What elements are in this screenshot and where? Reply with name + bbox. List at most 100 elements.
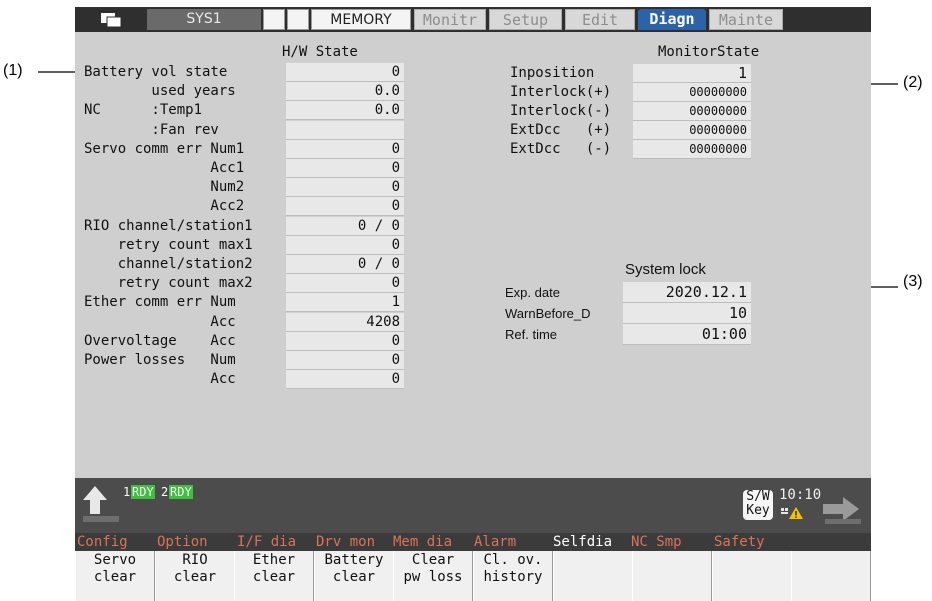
window-icon <box>101 13 122 28</box>
status-bar: 1 RDY 2 RDY S/W Key 10:10 <box>75 478 871 533</box>
hw-row-label: channel/station2 <box>84 256 253 272</box>
screen-switch-button[interactable] <box>77 9 145 30</box>
hw-row-value: 0 <box>286 332 404 351</box>
monitor-row-label: Interlock(-) <box>510 103 612 119</box>
mode-indicator: MEMORY <box>311 9 411 30</box>
menu-item-nc-smp[interactable]: NC Smp <box>631 533 682 551</box>
hw-row-value: 0 <box>286 197 404 216</box>
system-lock-row-label: Exp. date <box>505 285 560 300</box>
hw-row-label: Num2 <box>84 179 245 195</box>
sw-key-top: S/W <box>746 489 770 504</box>
hw-row-label: Acc1 <box>84 160 245 176</box>
hw-row-label: Acc <box>84 371 236 387</box>
sw-key-bottom: Key <box>746 503 770 518</box>
hw-row-value: 0 <box>286 236 404 255</box>
hw-row-value <box>286 121 404 140</box>
hw-row-value: 0 <box>286 159 404 178</box>
hw-row-value: 0 / 0 <box>286 255 404 274</box>
monitor-state-header: MonitorState <box>658 44 760 60</box>
system1-ready-badge: RDY <box>131 485 155 499</box>
system-label: SYS1 <box>147 9 261 30</box>
warning-icon <box>781 507 803 519</box>
hw-row-value: 0 <box>286 63 404 82</box>
tab-diagn[interactable]: Diagn <box>638 9 706 30</box>
soft-key-9[interactable] <box>712 551 792 601</box>
hw-row-value: 0 <box>286 370 404 389</box>
hw-row-value: 0 <box>286 274 404 293</box>
system-lock-row-value: 2020.12.1 <box>623 282 751 303</box>
nc-screen: SYS1 MEMORY Monitr Setup Edit Diagn Main… <box>75 7 871 601</box>
menu-item-mem-dia[interactable]: Mem dia <box>393 533 452 551</box>
soft-key-4[interactable]: Battery clear <box>314 551 394 601</box>
system2-ready-badge: RDY <box>169 485 193 499</box>
hw-row-label: used years <box>84 83 236 99</box>
next-arrow-icon[interactable] <box>821 490 865 526</box>
hw-row-label: Acc <box>84 314 236 330</box>
sub-menu-row: Config Option I/F dia Drv mon Mem dia Alarm Se… <box>75 533 871 551</box>
monitor-row-label: ExtDcc (+) <box>510 122 612 138</box>
soft-key-label-bottom: clear <box>173 569 217 585</box>
monitor-row-value: 00000000 <box>633 121 751 140</box>
hw-row-label: Ether comm err Num <box>84 294 236 310</box>
soft-key-7[interactable] <box>553 551 633 601</box>
tab-edit[interactable]: Edit <box>565 9 635 30</box>
back-arrow-icon[interactable] <box>81 484 123 524</box>
menu-item-selfdia[interactable]: Selfdia <box>553 533 612 551</box>
monitor-row-label: Inposition <box>510 65 595 81</box>
menu-item-drv-mon[interactable]: Drv mon <box>316 533 375 551</box>
hw-row-label: Overvoltage Acc <box>84 333 236 349</box>
hw-row-value: 1 <box>286 293 404 312</box>
clock: 10:10 <box>779 487 822 503</box>
hw-row-value: 4208 <box>286 313 404 332</box>
monitor-row-value: 1 <box>633 64 751 83</box>
monitor-row-label: ExtDcc (-) <box>510 141 612 157</box>
soft-key-label-top: Clear <box>411 552 455 568</box>
monitor-row-value: 00000000 <box>633 83 751 102</box>
tab-blank-2 <box>287 9 309 30</box>
hw-row-label: RIO channel/station1 <box>84 218 253 234</box>
sw-key-button[interactable]: S/W Key <box>743 490 773 520</box>
hw-row-label: Acc2 <box>84 198 245 214</box>
soft-key-label-top: RIO <box>182 552 208 568</box>
monitor-row-value: 00000000 <box>633 140 751 159</box>
system-lock-row-value: 01:00 <box>623 324 751 345</box>
hw-row-value: 0.0 <box>286 82 404 101</box>
system2-number: 2 <box>161 485 169 499</box>
soft-key-label-bottom: pw loss <box>403 569 463 585</box>
tab-setup[interactable]: Setup <box>489 9 562 30</box>
hw-row-label: NC :Temp1 <box>84 102 203 118</box>
menu-item-alarm[interactable]: Alarm <box>474 533 516 551</box>
soft-key-5[interactable]: Clear pw loss <box>393 551 473 601</box>
system-lock-row-label: WarnBefore_D <box>505 306 591 321</box>
menu-item-safety[interactable]: Safety <box>714 533 765 551</box>
hw-row-label: Servo comm err Num1 <box>84 141 245 157</box>
soft-key-label-top: Cl. ov. <box>483 552 543 568</box>
soft-key-3[interactable]: Ether clear <box>234 551 314 601</box>
soft-key-label-top: Battery <box>324 552 384 568</box>
tab-blank-1 <box>263 9 285 30</box>
soft-key-label-bottom: clear <box>332 569 376 585</box>
hw-row-label: :Fan rev <box>84 122 219 138</box>
system1-number: 1 <box>123 485 131 499</box>
system-lock-row-label: Ref. time <box>505 327 558 342</box>
system-lock-header: System lock <box>625 261 706 278</box>
soft-key-label-bottom: clear <box>252 569 296 585</box>
tab-monitr[interactable]: Monitr <box>414 9 486 30</box>
hw-row-label: Battery vol state <box>84 64 228 80</box>
hw-row-label: Power losses Num <box>84 352 236 368</box>
menu-item-option[interactable]: Option <box>157 533 208 551</box>
soft-key-6[interactable]: Cl. ov. history <box>473 551 553 601</box>
menu-item-i-f-dia[interactable]: I/F dia <box>237 533 296 551</box>
menu-item-config[interactable]: Config <box>77 533 128 551</box>
soft-key-bar: Servo clear RIO clear Ether clear Battery clear… <box>75 551 871 601</box>
top-tab-bar: SYS1 MEMORY Monitr Setup Edit Diagn Main… <box>75 7 871 32</box>
system-lock-row-value: 10 <box>623 303 751 324</box>
monitor-row-value: 00000000 <box>633 102 751 121</box>
tab-mainte[interactable]: Mainte <box>709 9 783 30</box>
soft-key-label-bottom: clear <box>93 569 137 585</box>
soft-key-1[interactable]: Servo clear <box>75 551 155 601</box>
soft-key-10[interactable] <box>791 551 871 601</box>
soft-key-2[interactable]: RIO clear <box>155 551 235 601</box>
hw-row-label: retry count max1 <box>84 237 253 253</box>
soft-key-8[interactable] <box>632 551 712 601</box>
